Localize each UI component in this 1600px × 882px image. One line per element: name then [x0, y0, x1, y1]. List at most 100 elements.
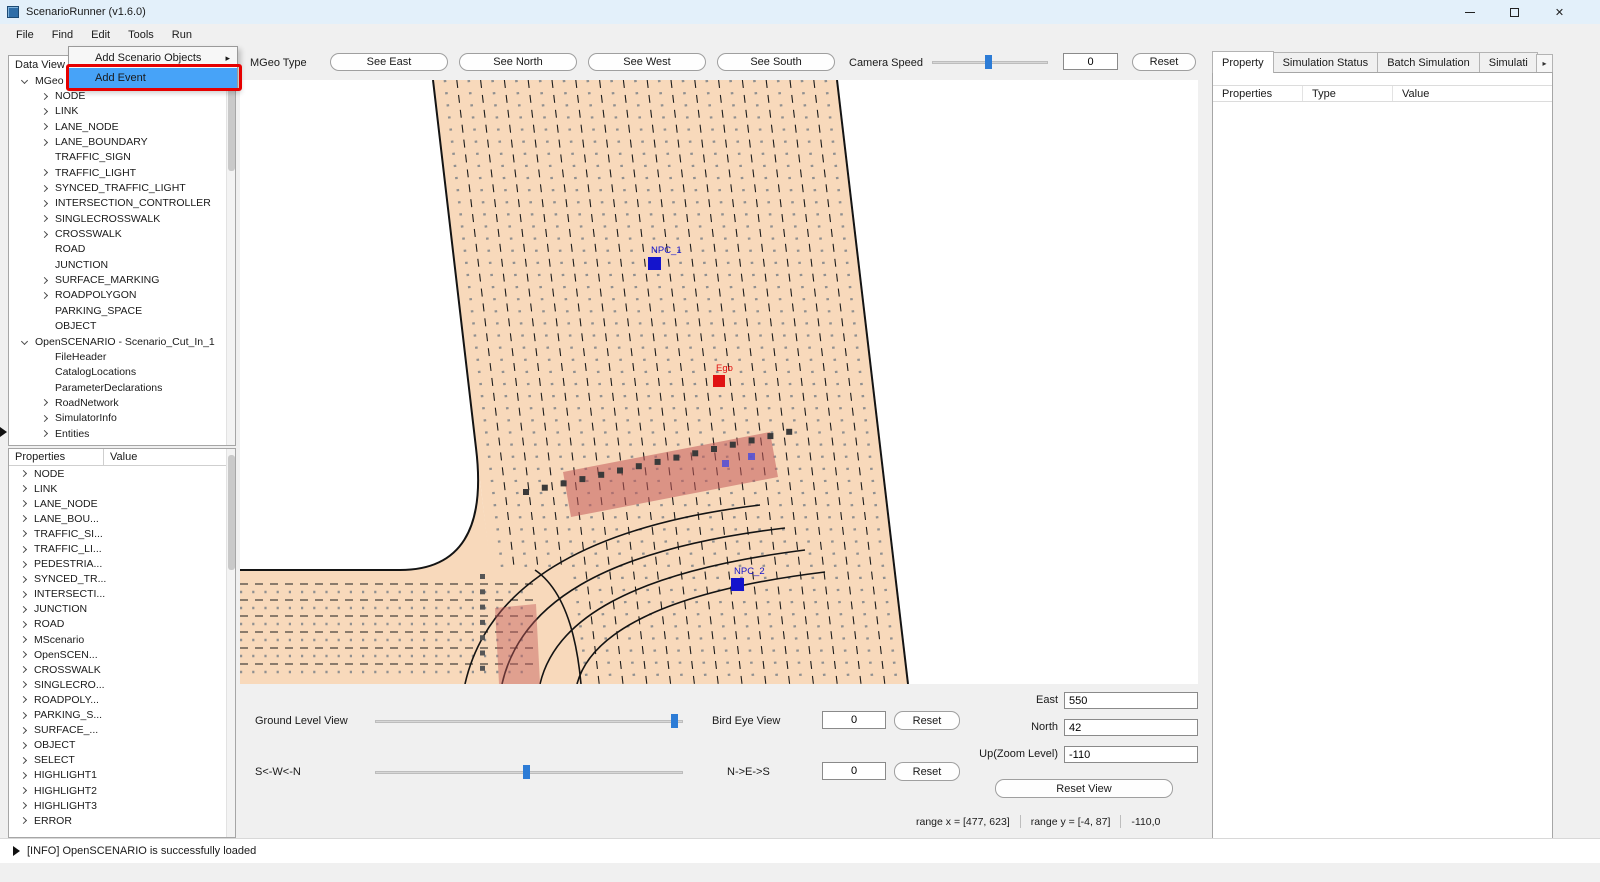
- chevron-right-icon[interactable]: [20, 576, 27, 583]
- property-row-mscenario[interactable]: MScenario: [9, 632, 235, 647]
- chevron-right-icon[interactable]: [20, 621, 27, 628]
- chevron-right-icon[interactable]: [20, 817, 27, 824]
- chevron-right-icon[interactable]: [41, 215, 48, 222]
- tree-item-surface-marking[interactable]: SURFACE_MARKING: [9, 272, 235, 287]
- edit-menu-item-add-scenario-objects[interactable]: Add Scenario Objects▸: [69, 48, 237, 68]
- edit-menu-item-add-event[interactable]: Add Event: [69, 68, 237, 88]
- close-button[interactable]: ✕: [1537, 0, 1582, 24]
- properties-scrollbar[interactable]: [226, 449, 235, 837]
- chevron-right-icon[interactable]: [20, 470, 27, 477]
- tab-scroll-button[interactable]: ▸: [1536, 54, 1553, 73]
- tree-item-fileheader[interactable]: FileHeader: [9, 349, 235, 364]
- chevron-right-icon[interactable]: [41, 169, 48, 176]
- property-row-highlight2[interactable]: HIGHLIGHT2: [9, 783, 235, 798]
- chevron-right-icon[interactable]: [20, 545, 27, 552]
- button-see-east[interactable]: See East: [330, 53, 448, 71]
- menu-edit[interactable]: Edit: [82, 26, 119, 44]
- tree-item-singlecrosswalk[interactable]: SINGLECROSSWALK: [9, 211, 235, 226]
- tree-item-crosswalk[interactable]: CROSSWALK: [9, 226, 235, 241]
- bird-eye-input[interactable]: [822, 711, 886, 729]
- chevron-right-icon[interactable]: [41, 277, 48, 284]
- property-row-surface[interactable]: SURFACE_...: [9, 723, 235, 738]
- entity-npc-2[interactable]: [731, 578, 744, 591]
- property-row-traffic-li[interactable]: TRAFFIC_LI...: [9, 541, 235, 556]
- tree-item-junction[interactable]: JUNCTION: [9, 257, 235, 272]
- chevron-right-icon[interactable]: [20, 727, 27, 734]
- property-row-pedestria[interactable]: PEDESTRIA...: [9, 557, 235, 572]
- slider-thumb[interactable]: [985, 55, 992, 69]
- chevron-right-icon[interactable]: [20, 515, 27, 522]
- minimize-button[interactable]: [1447, 0, 1492, 24]
- reset-view-button[interactable]: Reset View: [995, 779, 1173, 798]
- chevron-right-icon[interactable]: [20, 500, 27, 507]
- north-input[interactable]: [1064, 719, 1198, 736]
- chevron-right-icon[interactable]: [20, 787, 27, 794]
- east-input[interactable]: [1064, 692, 1198, 709]
- property-row-lane-node[interactable]: LANE_NODE: [9, 496, 235, 511]
- chevron-right-icon[interactable]: [20, 636, 27, 643]
- property-row-openscen[interactable]: OpenSCEN...: [9, 647, 235, 662]
- slider-thumb[interactable]: [671, 714, 678, 728]
- tree-item-cataloglocations[interactable]: CatalogLocations: [9, 365, 235, 380]
- tab-simulati[interactable]: Simulati: [1480, 52, 1538, 73]
- tree-item-object[interactable]: OBJECT: [9, 319, 235, 334]
- property-row-highlight1[interactable]: HIGHLIGHT1: [9, 768, 235, 783]
- property-row-synced-tr[interactable]: SYNCED_TR...: [9, 572, 235, 587]
- entity-npc-1[interactable]: [648, 257, 661, 270]
- property-row-crosswalk[interactable]: CROSSWALK: [9, 662, 235, 677]
- ground-level-slider[interactable]: [375, 714, 683, 728]
- camera-speed-input[interactable]: [1063, 53, 1118, 70]
- tree-item-road[interactable]: ROAD: [9, 242, 235, 257]
- button-see-south[interactable]: See South: [717, 53, 835, 71]
- property-row-singlecro[interactable]: SINGLECRO...: [9, 677, 235, 692]
- rotation-slider[interactable]: [375, 765, 683, 779]
- chevron-right-icon[interactable]: [20, 696, 27, 703]
- chevron-right-icon[interactable]: [20, 606, 27, 613]
- chevron-right-icon[interactable]: [20, 651, 27, 658]
- tree-item-node[interactable]: NODE: [9, 88, 235, 103]
- rotation-reset-button[interactable]: Reset: [894, 762, 960, 781]
- tab-simulation-status[interactable]: Simulation Status: [1274, 52, 1379, 73]
- chevron-right-icon[interactable]: [41, 231, 48, 238]
- tree-item-roadnetwork[interactable]: RoadNetwork: [9, 395, 235, 410]
- chevron-right-icon[interactable]: [20, 712, 27, 719]
- tree-item-traffic-light[interactable]: TRAFFIC_LIGHT: [9, 165, 235, 180]
- tab-property[interactable]: Property: [1212, 51, 1274, 73]
- property-row-junction[interactable]: JUNCTION: [9, 602, 235, 617]
- property-row-node[interactable]: NODE: [9, 466, 235, 481]
- property-row-roadpoly[interactable]: ROADPOLY...: [9, 692, 235, 707]
- chevron-down-icon[interactable]: [21, 338, 28, 345]
- chevron-right-icon[interactable]: [20, 757, 27, 764]
- chevron-down-icon[interactable]: [21, 77, 28, 84]
- chevron-right-icon[interactable]: [41, 415, 48, 422]
- menu-find[interactable]: Find: [43, 26, 82, 44]
- chevron-right-icon[interactable]: [41, 200, 48, 207]
- tree-item-lane-node[interactable]: LANE_NODE: [9, 119, 235, 134]
- tree-item-traffic-sign[interactable]: TRAFFIC_SIGN: [9, 150, 235, 165]
- chevron-right-icon[interactable]: [41, 430, 48, 437]
- property-row-road[interactable]: ROAD: [9, 617, 235, 632]
- dataview-scrollbar[interactable]: [226, 56, 235, 445]
- chevron-right-icon[interactable]: [20, 742, 27, 749]
- property-row-traffic-si[interactable]: TRAFFIC_SI...: [9, 526, 235, 541]
- chevron-right-icon[interactable]: [41, 139, 48, 146]
- button-see-west[interactable]: See West: [588, 53, 706, 71]
- tree-item-entities[interactable]: Entities: [9, 426, 235, 441]
- menu-tools[interactable]: Tools: [119, 26, 163, 44]
- tree-item-link[interactable]: LINK: [9, 104, 235, 119]
- menu-file[interactable]: File: [7, 26, 43, 44]
- tree-item-openscenario-scenario-cut-in-1[interactable]: OpenSCENARIO - Scenario_Cut_In_1: [9, 334, 235, 349]
- chevron-right-icon[interactable]: [20, 802, 27, 809]
- property-row-object[interactable]: OBJECT: [9, 738, 235, 753]
- tab-batch-simulation[interactable]: Batch Simulation: [1378, 52, 1480, 73]
- chevron-right-icon[interactable]: [20, 530, 27, 537]
- scrollbar-thumb[interactable]: [228, 76, 235, 171]
- up-zoom-input[interactable]: [1064, 746, 1198, 763]
- slider-thumb[interactable]: [523, 765, 530, 779]
- maximize-button[interactable]: [1492, 0, 1537, 24]
- tree-item-parameterdeclarations[interactable]: ParameterDeclarations: [9, 380, 235, 395]
- chevron-right-icon[interactable]: [20, 772, 27, 779]
- chevron-right-icon[interactable]: [41, 123, 48, 130]
- property-row-highlight3[interactable]: HIGHLIGHT3: [9, 798, 235, 813]
- camera-speed-reset-button[interactable]: Reset: [1132, 53, 1196, 71]
